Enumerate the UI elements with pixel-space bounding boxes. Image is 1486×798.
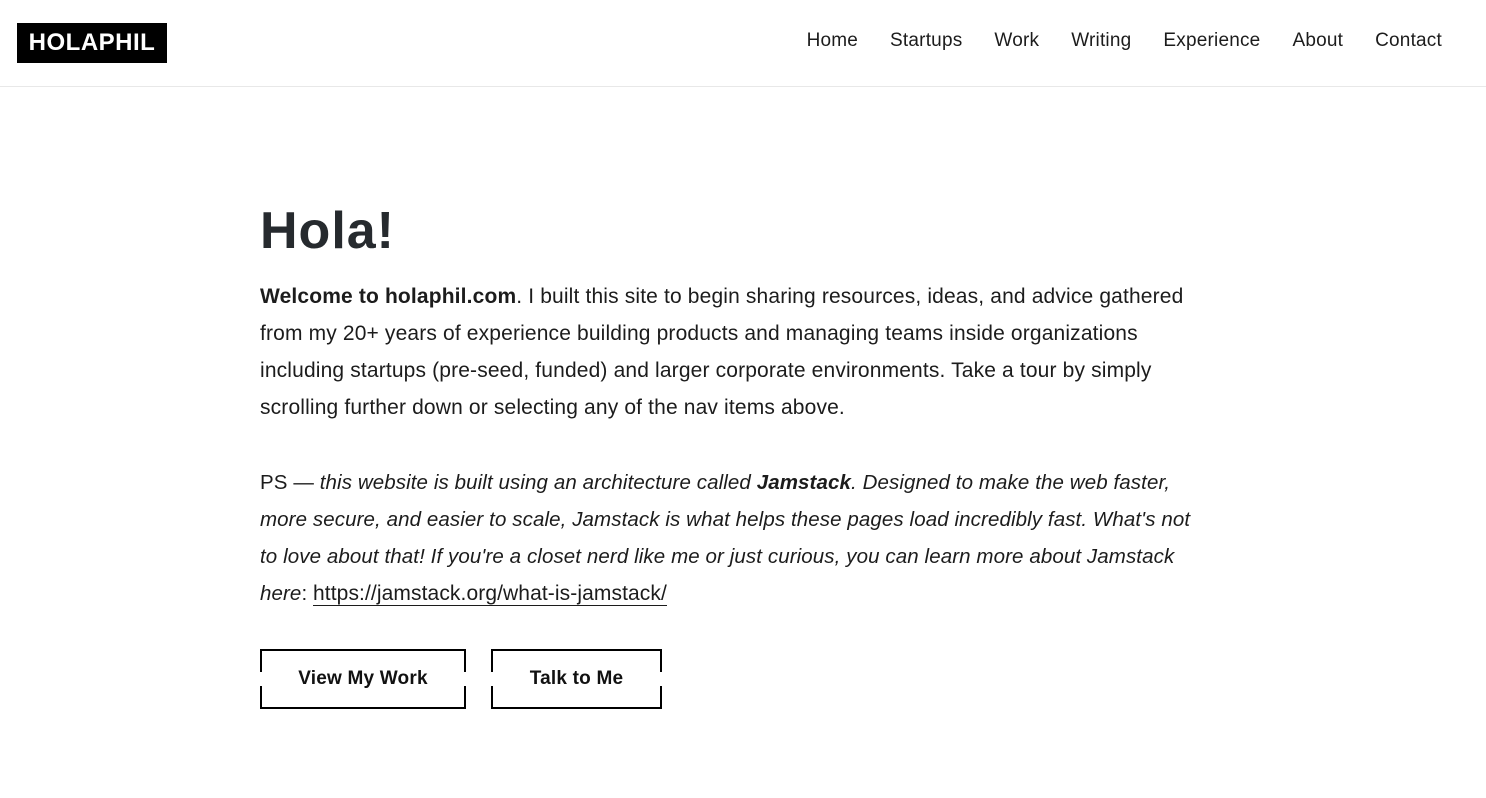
nav-item-contact[interactable]: Contact [1375, 30, 1442, 52]
nav-item-experience[interactable]: Experience [1163, 30, 1260, 52]
talk-to-me-button[interactable]: Talk to Me [489, 649, 664, 709]
jamstack-link[interactable]: https://jamstack.org/what-is-jamstack/ [313, 582, 667, 606]
nav-item-work[interactable]: Work [994, 30, 1039, 52]
cta-buttons: View My Work Talk to Me [258, 649, 664, 709]
nav-item-writing[interactable]: Writing [1071, 30, 1131, 52]
intro-bold-text: Welcome to holaphil.com [260, 285, 517, 308]
ps-jamstack-bold: Jamstack [756, 471, 851, 494]
ps-prefix: PS — [260, 471, 320, 494]
nav-item-startups[interactable]: Startups [890, 30, 962, 52]
site-logo[interactable]: HOLAPHIL [17, 23, 167, 63]
nav-item-home[interactable]: Home [807, 30, 858, 52]
ps-colon: : [301, 582, 314, 605]
hero-section: Hola! Welcome to holaphil.com. I built t… [260, 196, 1210, 612]
site-header: HOLAPHIL Home Startups Work Writing Expe… [0, 0, 1486, 87]
ps-paragraph: PS — this website is built using an arch… [260, 464, 1210, 612]
view-my-work-button[interactable]: View My Work [258, 649, 468, 709]
nav-item-about[interactable]: About [1292, 30, 1343, 52]
page-title: Hola! [260, 202, 395, 260]
intro-paragraph: Welcome to holaphil.com. I built this si… [260, 278, 1210, 426]
main-nav: Home Startups Work Writing Experience Ab… [807, 30, 1442, 52]
ps-text-1: this website is built using an architect… [319, 471, 757, 494]
